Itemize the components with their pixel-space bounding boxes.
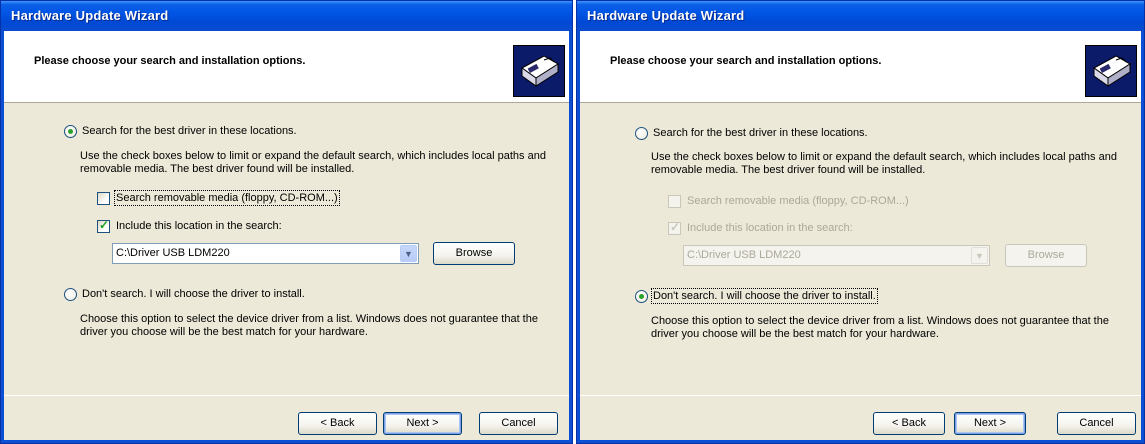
window-title: Hardware Update Wizard [11, 8, 169, 23]
removable-media-checkbox[interactable] [97, 192, 110, 205]
browse-button[interactable]: Browse [1005, 244, 1087, 267]
removable-media-label[interactable]: Search removable media (floppy, CD-ROM..… [114, 190, 340, 206]
include-location-checkbox[interactable] [97, 218, 110, 233]
search-description: Use the check boxes below to limit or ex… [80, 150, 546, 175]
search-best-driver-radio[interactable] [64, 125, 77, 138]
location-value: C:\Driver USB LDM220 [116, 247, 230, 259]
wizard-body: Please choose your search and installati… [4, 31, 569, 440]
dont-search-radio[interactable] [64, 288, 77, 301]
back-button[interactable]: < Back [298, 412, 377, 435]
back-button[interactable]: < Back [873, 412, 945, 435]
footer-divider [4, 395, 569, 396]
title-bar[interactable]: Hardware Update Wizard [1, 1, 572, 31]
chevron-down-icon[interactable]: ▼ [971, 247, 988, 264]
include-location-label[interactable]: Include this location in the search: [116, 220, 282, 232]
hardware-card-icon [513, 45, 565, 97]
wizard-body: Please choose your search and installati… [580, 31, 1141, 440]
search-best-driver-label[interactable]: Search for the best driver in these loca… [82, 125, 297, 137]
wizard-header: Please choose your search and installati… [580, 31, 1141, 103]
location-combobox[interactable]: C:\Driver USB LDM220 ▼ [683, 245, 990, 266]
search-description: Use the check boxes below to limit or ex… [651, 151, 1117, 176]
dont-search-description: Choose this option to select the device … [651, 315, 1109, 340]
dont-search-label[interactable]: Don't search. I will choose the driver t… [82, 288, 305, 300]
page-heading: Please choose your search and installati… [610, 55, 882, 67]
next-button[interactable]: Next > [383, 412, 462, 435]
browse-button[interactable]: Browse [433, 242, 515, 265]
location-combobox[interactable]: C:\Driver USB LDM220 ▼ [112, 243, 419, 264]
next-button[interactable]: Next > [954, 412, 1026, 435]
include-location-label[interactable]: Include this location in the search: [687, 222, 853, 234]
removable-media-checkbox[interactable] [668, 195, 681, 208]
dont-search-label[interactable]: Don't search. I will choose the driver t… [651, 288, 878, 304]
dont-search-description: Choose this option to select the device … [80, 313, 538, 338]
window-title: Hardware Update Wizard [587, 8, 745, 23]
footer-divider [580, 395, 1141, 396]
include-location-checkbox[interactable] [668, 220, 681, 235]
removable-media-label[interactable]: Search removable media (floppy, CD-ROM..… [687, 195, 909, 207]
wizard-header: Please choose your search and installati… [4, 31, 569, 103]
hardware-card-icon [1085, 45, 1137, 97]
chevron-down-icon[interactable]: ▼ [400, 245, 417, 262]
search-best-driver-radio[interactable] [635, 127, 648, 140]
location-value: C:\Driver USB LDM220 [687, 249, 801, 261]
title-bar[interactable]: Hardware Update Wizard [577, 1, 1144, 31]
wizard-window-left: Hardware Update Wizard Please choose you… [0, 0, 573, 444]
dont-search-radio[interactable] [635, 290, 648, 303]
wizard-window-right: Hardware Update Wizard Please choose you… [576, 0, 1145, 444]
cancel-button[interactable]: Cancel [1057, 412, 1136, 435]
search-best-driver-label[interactable]: Search for the best driver in these loca… [653, 127, 868, 139]
cancel-button[interactable]: Cancel [479, 412, 558, 435]
page-heading: Please choose your search and installati… [34, 55, 306, 67]
